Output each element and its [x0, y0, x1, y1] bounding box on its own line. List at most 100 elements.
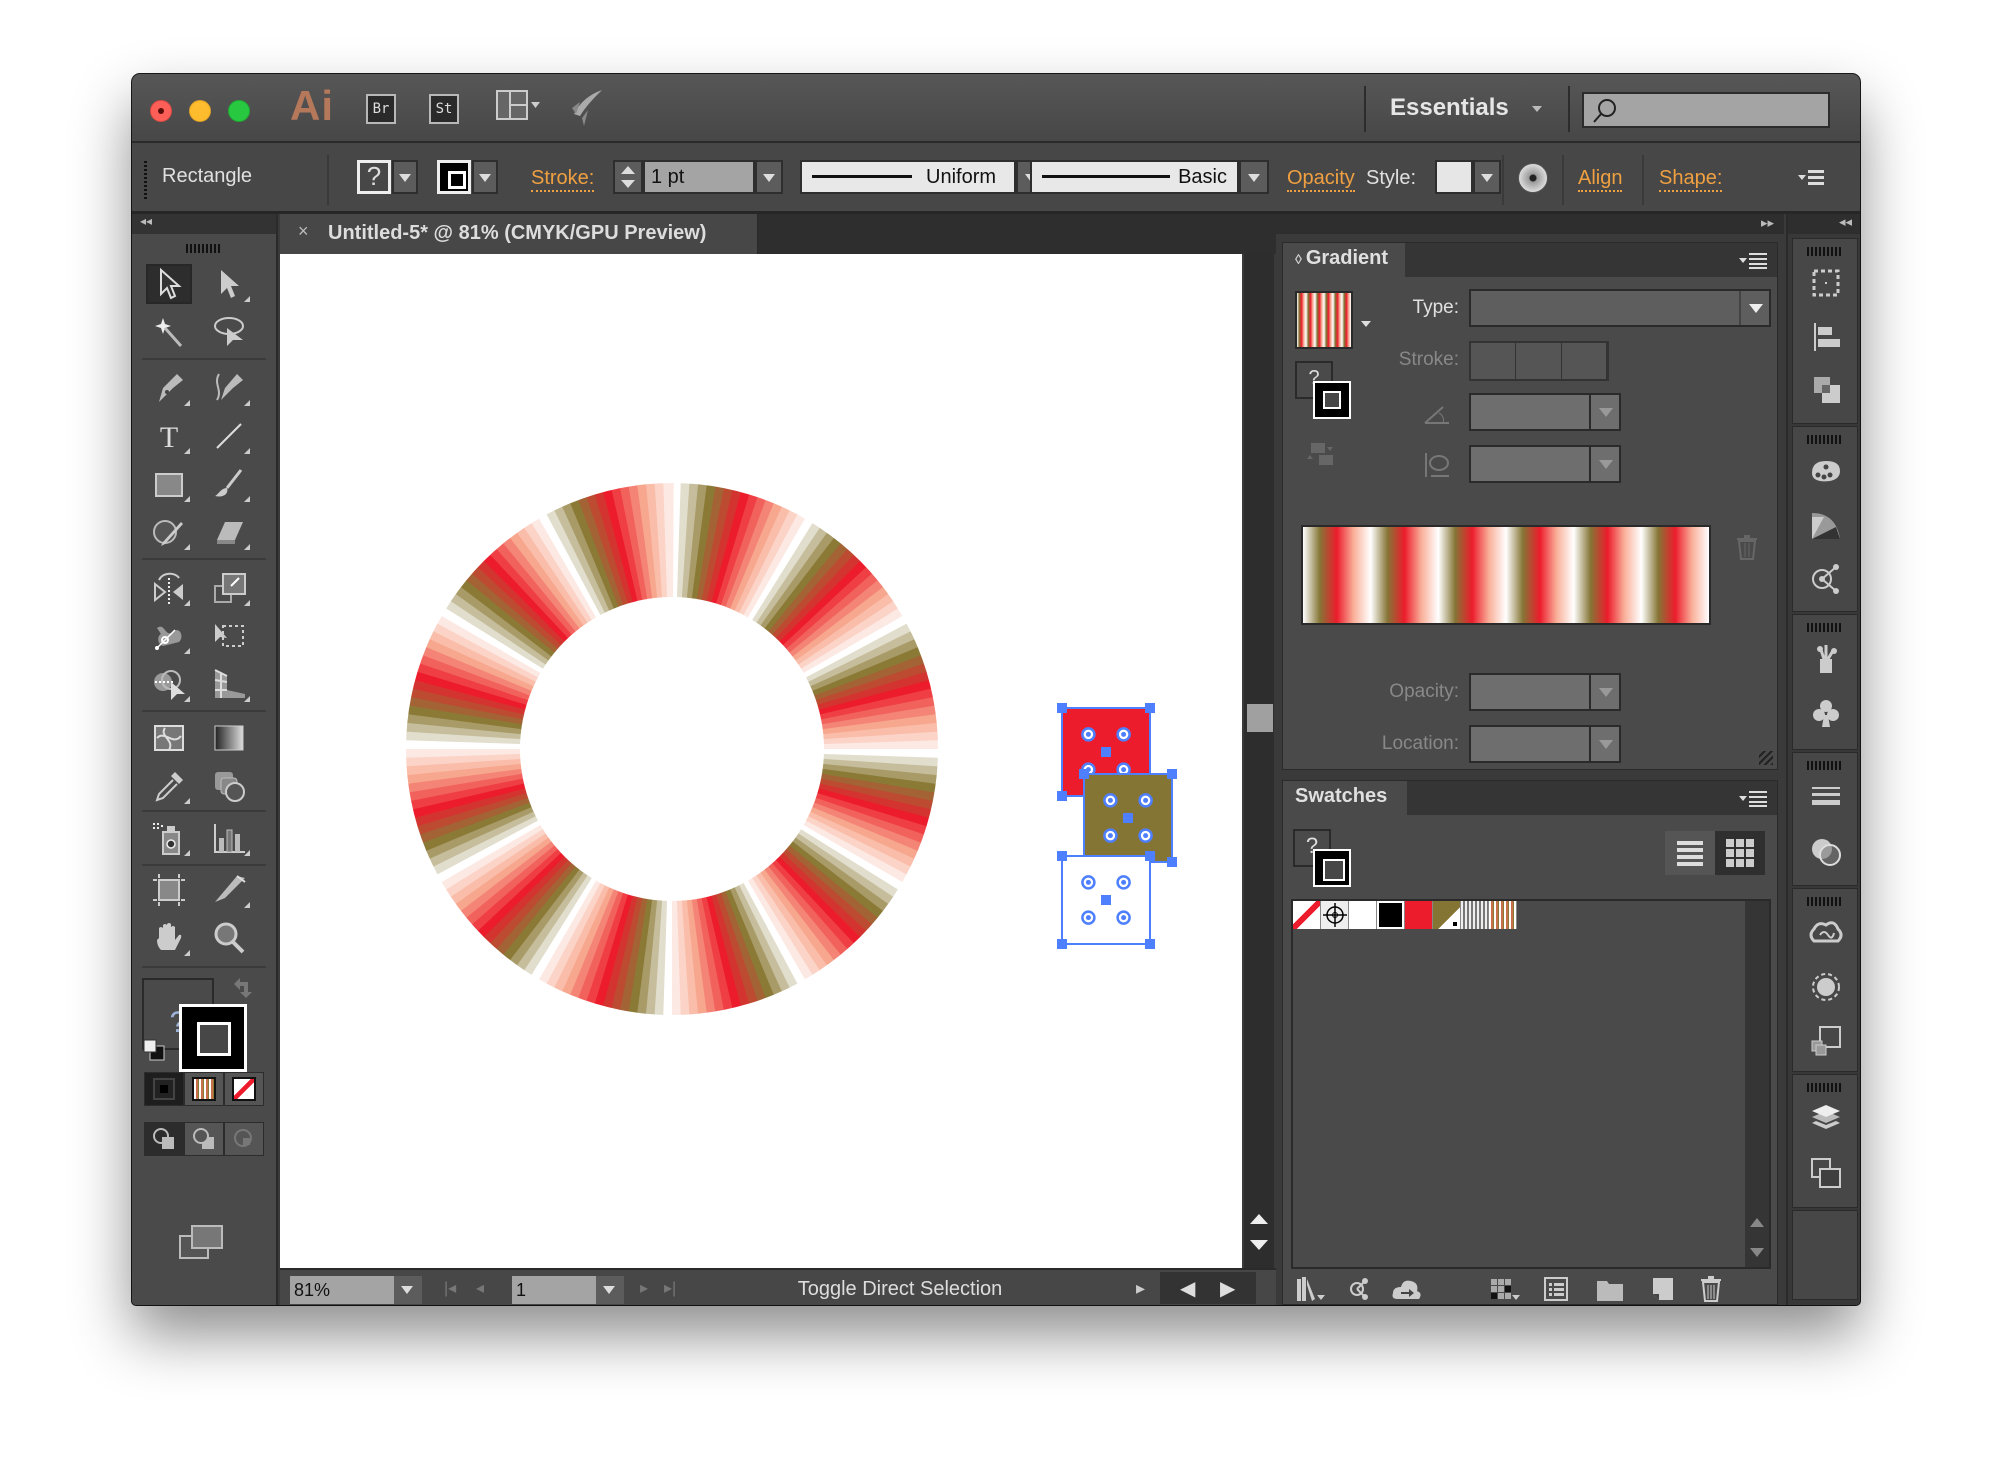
panel-menu-icon[interactable]: [1739, 253, 1767, 269]
workspace-switcher[interactable]: Essentials: [1390, 94, 1509, 122]
gradient-ring[interactable]: [402, 479, 942, 1019]
grid-view-button[interactable]: [1715, 831, 1765, 875]
swatch-white[interactable]: [1349, 901, 1377, 929]
search-adobe-stock-input[interactable]: [1582, 92, 1830, 128]
minimize-window-button[interactable]: [189, 100, 211, 122]
direct-selection-tool[interactable]: [206, 264, 252, 304]
status-text[interactable]: Toggle Direct Selection: [680, 1278, 1120, 1301]
dock-grip[interactable]: [1807, 435, 1843, 444]
change-screen-mode-button[interactable]: [178, 1224, 224, 1260]
stroke-color-swatch[interactable]: [437, 160, 471, 194]
draw-behind-button[interactable]: [184, 1122, 224, 1156]
previous-artboard-icon[interactable]: ◂: [476, 1278, 484, 1298]
symbol-sprayer-tool[interactable]: [146, 818, 192, 858]
white-square[interactable]: [1057, 851, 1155, 949]
default-fill-stroke-button[interactable]: [142, 1038, 166, 1062]
fill-dropdown[interactable]: [392, 160, 418, 194]
dock-grip[interactable]: [1807, 761, 1843, 770]
anchor-handle[interactable]: [1057, 851, 1067, 861]
slice-tool[interactable]: [206, 870, 252, 910]
gradient-mode-button[interactable]: [184, 1072, 224, 1106]
gradient-preview-swatch[interactable]: [1295, 291, 1353, 349]
artboard-number-input[interactable]: 1: [512, 1276, 596, 1304]
anchor-handle[interactable]: [1145, 851, 1155, 861]
swatches-stroke-indicator[interactable]: [1313, 849, 1351, 887]
swatch-olive[interactable]: [1433, 901, 1461, 929]
anchor-handle[interactable]: [1057, 703, 1067, 713]
swatch-red-stripes-gradient[interactable]: [1489, 901, 1517, 929]
swatch-registration[interactable]: [1321, 901, 1349, 929]
scroll-left-arrow[interactable]: ◀: [1180, 1276, 1195, 1301]
scroll-right-arrow[interactable]: ▶: [1220, 1276, 1235, 1301]
reflect-tool[interactable]: [146, 568, 192, 608]
next-artboard-icon[interactable]: ▸: [640, 1278, 648, 1298]
share-library-icon[interactable]: [1343, 1275, 1375, 1303]
stock-button[interactable]: St: [429, 94, 459, 124]
stroke-color-dropdown[interactable]: [472, 160, 498, 194]
dock-grip[interactable]: [1807, 623, 1843, 632]
transform-panel-icon[interactable]: [1808, 265, 1844, 301]
delete-swatch-icon[interactable]: [1695, 1275, 1727, 1303]
toolbox-collapse-button[interactable]: ◂◂: [132, 214, 276, 234]
recolor-artwork-icon[interactable]: [1518, 163, 1548, 193]
creative-cloud-libraries-icon[interactable]: [1808, 915, 1844, 951]
color-themes-icon[interactable]: [1808, 561, 1844, 597]
gradient-aspect-ratio-input[interactable]: [1469, 445, 1621, 483]
panel-resize-grip[interactable]: [1759, 751, 1773, 765]
olive-square[interactable]: [1079, 769, 1177, 867]
swatch-scrollbar[interactable]: [1745, 901, 1769, 1267]
shape-builder-tool[interactable]: [146, 664, 192, 704]
swatch-red[interactable]: [1405, 901, 1433, 929]
zoom-tool[interactable]: [206, 918, 252, 958]
gradient-slider[interactable]: [1301, 525, 1711, 625]
rectangle-tool[interactable]: [146, 464, 192, 504]
chevron-down-icon[interactable]: [1532, 106, 1542, 112]
panel-menu-icon[interactable]: [1739, 791, 1767, 807]
scroll-up-arrow[interactable]: [1250, 1214, 1268, 1224]
type-tool[interactable]: T: [146, 416, 192, 456]
stroke-weight-input[interactable]: 1 pt: [643, 160, 755, 194]
paintbrush-tool[interactable]: [206, 464, 252, 504]
gpu-performance-button[interactable]: [568, 88, 606, 128]
line-segment-tool[interactable]: [206, 416, 252, 456]
swatch-kind-menu-icon[interactable]: [1489, 1275, 1521, 1303]
scroll-up-arrow[interactable]: [1750, 1218, 1764, 1227]
apply-within-stroke-button[interactable]: [1471, 343, 1517, 379]
mesh-tool[interactable]: [146, 718, 192, 758]
scroll-thumb[interactable]: [1247, 704, 1273, 732]
zoom-level-input[interactable]: 81%: [290, 1276, 394, 1304]
gradient-angle-input[interactable]: [1469, 393, 1621, 431]
graphic-styles-panel-icon[interactable]: [1808, 1023, 1844, 1059]
anchor-handle[interactable]: [1079, 769, 1089, 779]
toolbox-grip[interactable]: [186, 244, 222, 253]
stroke-weight-stepper[interactable]: [613, 160, 643, 194]
scroll-down-arrow[interactable]: [1250, 1240, 1268, 1250]
eraser-tool[interactable]: [206, 512, 252, 552]
swatch-gray-stripes-gradient[interactable]: [1461, 901, 1489, 929]
stop-opacity-input[interactable]: [1469, 673, 1621, 711]
new-color-group-icon[interactable]: [1595, 1275, 1627, 1303]
gradient-tab[interactable]: ◊ Gradient: [1283, 243, 1405, 279]
perspective-grid-tool[interactable]: [206, 664, 252, 704]
reverse-gradient-icon[interactable]: [1305, 441, 1337, 467]
bridge-button[interactable]: Br: [366, 94, 396, 124]
vertical-scrollbar[interactable]: [1242, 254, 1274, 1268]
curvature-tool[interactable]: [206, 368, 252, 408]
symbols-panel-icon[interactable]: [1808, 695, 1844, 731]
last-artboard-icon[interactable]: ▸|: [664, 1278, 676, 1298]
swatches-tab[interactable]: Swatches: [1283, 781, 1407, 817]
status-menu-icon[interactable]: ▸: [1136, 1278, 1145, 1299]
draw-normal-button[interactable]: [144, 1122, 184, 1156]
brushes-panel-icon[interactable]: [1808, 641, 1844, 677]
apply-along-stroke-button[interactable]: [1516, 343, 1562, 379]
graphic-style-swatch[interactable]: [1435, 160, 1473, 194]
collapse-panels-icon[interactable]: ▸▸: [1761, 215, 1774, 231]
opacity-panel-link[interactable]: Opacity: [1287, 167, 1355, 192]
apply-across-stroke-button[interactable]: [1561, 343, 1607, 379]
appearance-panel-icon[interactable]: [1808, 969, 1844, 1005]
anchor-handle[interactable]: [1167, 857, 1177, 867]
anchor-handle[interactable]: [1145, 703, 1155, 713]
close-window-button[interactable]: [150, 100, 172, 122]
artboard-canvas[interactable]: [280, 254, 1242, 1268]
cloud-upload-icon[interactable]: [1391, 1275, 1423, 1303]
